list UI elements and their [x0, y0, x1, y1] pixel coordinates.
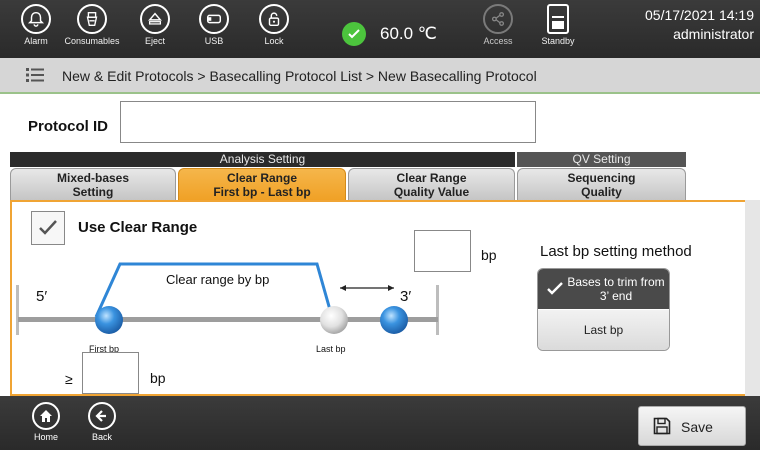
protocol-id-input[interactable]: [120, 101, 536, 143]
usb-icon: [199, 4, 229, 34]
tab-label-line2: Setting: [72, 185, 114, 199]
temperature-readout: 60.0 ℃: [380, 24, 437, 43]
tab-label-line2: Quality Value: [393, 185, 470, 199]
clear-range-diagram: 5′ 3′ Clear range by bp First bp Last bp: [16, 262, 439, 354]
trim-end-bead: [380, 306, 408, 334]
clear-range-by-bp-label: Clear range by bp: [166, 272, 269, 287]
last-bp-method-label: Last bp setting method: [540, 243, 692, 260]
protocol-id-label: Protocol ID: [28, 118, 109, 135]
back-label: Back: [91, 432, 112, 442]
trim-arrow-left-head: [340, 285, 346, 291]
back-arrow-icon: [88, 402, 116, 430]
access-label: Access: [483, 36, 513, 46]
tab-label-line2: First bp - Last bp: [213, 185, 311, 199]
bases-to-trim-label: Bases to trim from 3’ end: [567, 275, 665, 303]
analysis-setting-group-header: Analysis Setting: [10, 152, 515, 167]
first-bp-input[interactable]: [82, 352, 139, 394]
last-bp-unit: bp: [481, 247, 497, 263]
user-name: administrator: [673, 26, 754, 42]
last-bp-label: Last bp: [316, 344, 346, 354]
sequence-strand: [18, 317, 438, 322]
standby-icon: [547, 4, 569, 34]
consumables-icon: [77, 4, 107, 34]
trim-arrow-right-head: [388, 285, 394, 291]
lock-button[interactable]: Lock: [244, 4, 304, 56]
bases-to-trim-option[interactable]: Bases to trim from 3’ end: [538, 269, 669, 309]
check-status-icon: [342, 22, 366, 46]
breadcrumb: New & Edit Protocols > Basecalling Proto…: [62, 68, 537, 84]
lock-icon: [259, 4, 289, 34]
usb-button[interactable]: USB: [184, 4, 244, 56]
standby-button[interactable]: Standby: [528, 4, 588, 56]
top-toolbar: Alarm Consumables Eject USB Lock 60.0 ℃ …: [0, 0, 760, 58]
right-end-post: [436, 285, 439, 335]
left-end-post: [16, 285, 19, 335]
floppy-disk-icon: [653, 417, 671, 435]
checkmark-icon: [39, 220, 57, 235]
bell-icon: [21, 4, 51, 34]
tab-label-line1: Mixed-bases: [56, 171, 130, 185]
eject-icon: [140, 4, 170, 34]
tab-sequencing-quality[interactable]: Sequencing Quality: [517, 168, 686, 200]
tab-clear-range-quality-value[interactable]: Clear Range Quality Value: [348, 168, 515, 200]
save-label: Save: [681, 419, 713, 435]
three-prime-label: 3′: [400, 288, 411, 305]
tab-label-line2: Quality: [581, 185, 622, 199]
date-time: 05/17/2021 14:19: [645, 7, 754, 23]
tab-label-line1: Clear Range: [226, 171, 298, 185]
menu-list-icon[interactable]: [26, 67, 44, 83]
lock-label: Lock: [264, 36, 284, 46]
last-bp-method-selector: Bases to trim from 3’ end Last bp: [537, 268, 670, 351]
consumables-button[interactable]: Consumables: [62, 4, 122, 56]
greater-equal-symbol: ≥: [65, 371, 73, 387]
access-button[interactable]: Access: [468, 4, 528, 56]
use-clear-range-label: Use Clear Range: [78, 219, 198, 236]
home-icon: [32, 402, 60, 430]
five-prime-label: 5′: [36, 288, 47, 305]
tab-label-line1: Sequencing: [567, 171, 636, 185]
eject-label: Eject: [144, 36, 165, 46]
tab-mixed-bases-setting[interactable]: Mixed-bases Setting: [10, 168, 176, 200]
back-button[interactable]: Back: [82, 402, 122, 448]
last-bp-bead: [320, 306, 348, 334]
panel-side-strip: [745, 200, 760, 396]
checkmark-icon: [547, 282, 563, 295]
use-clear-range-checkbox[interactable]: [31, 211, 65, 245]
first-bp-bead: [95, 306, 123, 334]
usb-label: USB: [204, 36, 224, 46]
last-bp-option[interactable]: Last bp: [538, 310, 669, 350]
share-icon: [483, 4, 513, 34]
tab-clear-range-first-last[interactable]: Clear Range First bp - Last bp: [178, 168, 346, 200]
eject-button[interactable]: Eject: [125, 4, 185, 56]
home-button[interactable]: Home: [26, 402, 66, 448]
standby-label: Standby: [541, 36, 575, 46]
breadcrumb-bar: New & Edit Protocols > Basecalling Proto…: [0, 58, 760, 94]
home-label: Home: [33, 432, 58, 442]
consumables-label: Consumables: [64, 36, 120, 46]
alarm-label: Alarm: [24, 36, 48, 46]
qv-setting-group-header: QV Setting: [517, 152, 686, 167]
tab-label-line1: Clear Range: [396, 171, 467, 185]
datetime-display: 05/17/2021 14:19 administrator: [645, 6, 754, 44]
alarm-button[interactable]: Alarm: [6, 4, 66, 56]
first-bp-unit: bp: [150, 370, 166, 386]
save-button[interactable]: Save: [638, 406, 746, 446]
